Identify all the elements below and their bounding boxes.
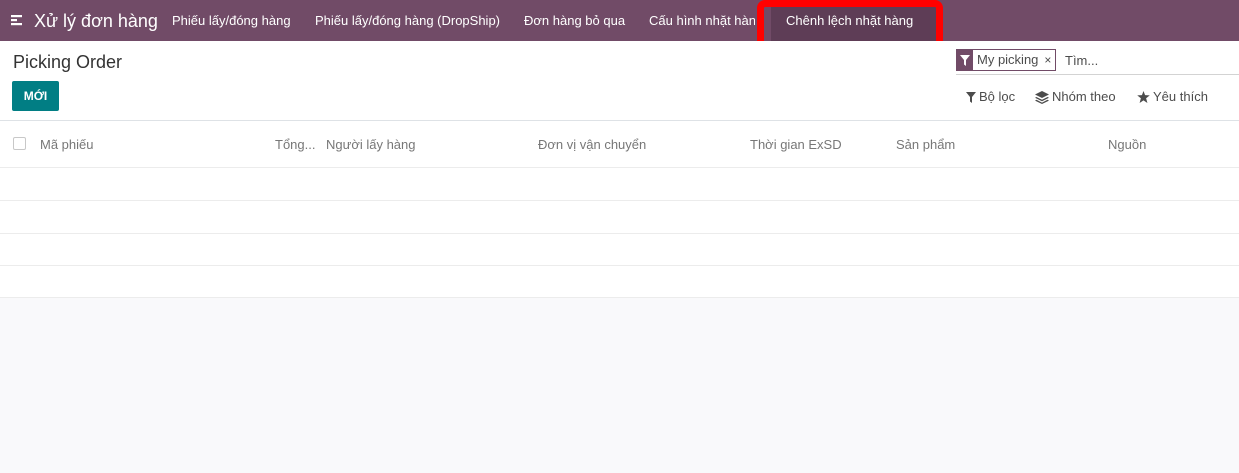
app-title[interactable]: Xử lý đơn hàng <box>34 10 158 32</box>
group-by-button[interactable]: Nhóm theo <box>1035 89 1116 105</box>
top-navbar: Xử lý đơn hàng Phiếu lấy/đóng hàng Phiếu… <box>0 0 1239 42</box>
page-title: Picking Order <box>13 52 123 72</box>
column-header-carrier[interactable]: Đơn vị vận chuyển <box>538 137 646 153</box>
nav-item-picking-config[interactable]: Cấu hình nhặt hàng <box>649 13 755 29</box>
column-header-picker[interactable]: Người lấy hàng <box>326 137 416 153</box>
group-by-button-label: Nhóm theo <box>1052 89 1116 104</box>
filter-icon <box>966 91 976 103</box>
nav-item-picking-discrepancy[interactable]: Chênh lệch nhặt hàng <box>786 13 913 29</box>
facet-remove-icon[interactable]: × <box>1042 50 1055 70</box>
table-row <box>0 233 1239 266</box>
menu-toggle-icon[interactable] <box>9 13 23 27</box>
facet-label: My picking <box>977 52 1039 67</box>
column-header-exsd-time[interactable]: Thời gian ExSD <box>750 137 842 153</box>
table-row <box>0 201 1239 234</box>
table-row <box>0 265 1239 298</box>
nav-item-picking-packing-dropship[interactable]: Phiếu lấy/đóng hàng (DropShip) <box>315 13 500 29</box>
favorites-button-label: Yêu thích <box>1153 89 1208 104</box>
star-icon <box>1137 91 1150 103</box>
empty-content-area <box>0 298 1239 473</box>
filter-button[interactable]: Bộ lọc <box>966 89 1015 105</box>
new-button[interactable]: MỚI <box>12 81 59 111</box>
control-panel: Picking Order MỚI My picking × Bộ lọc Nh… <box>0 41 1239 121</box>
filter-button-label: Bộ lọc <box>979 89 1016 104</box>
list-header: Mã phiếu Tổng... Người lấy hàng Đơn vị v… <box>0 121 1239 168</box>
column-header-total[interactable]: Tổng... <box>275 137 315 153</box>
column-header-source[interactable]: Nguồn <box>1108 137 1146 153</box>
list-view: Mã phiếu Tổng... Người lấy hàng Đơn vị v… <box>0 121 1239 298</box>
nav-item-picking-packing[interactable]: Phiếu lấy/đóng hàng <box>172 13 291 29</box>
search-bar: My picking × <box>956 48 1239 75</box>
filter-icon <box>957 50 973 70</box>
favorites-button[interactable]: Yêu thích <box>1137 89 1208 105</box>
search-facet: My picking × <box>956 49 1057 71</box>
search-input[interactable] <box>1063 50 1237 70</box>
table-row <box>0 168 1239 201</box>
column-header-product[interactable]: Sản phẩm <box>896 137 955 153</box>
layers-icon <box>1035 90 1049 104</box>
nav-item-skipped-orders[interactable]: Đơn hàng bỏ qua <box>524 13 625 29</box>
select-all-checkbox[interactable] <box>13 137 26 150</box>
column-header-code[interactable]: Mã phiếu <box>40 137 93 153</box>
